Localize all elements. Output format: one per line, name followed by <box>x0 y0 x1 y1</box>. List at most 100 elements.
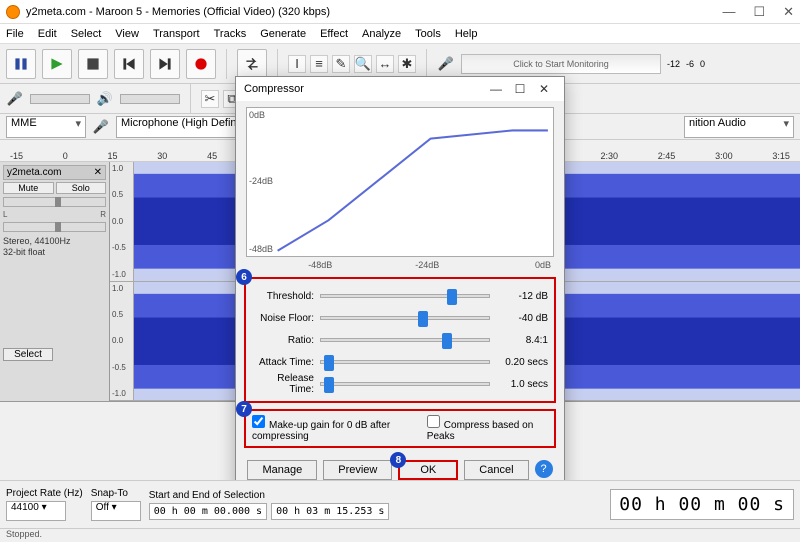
speaker-icon: 🔊 <box>96 91 114 107</box>
amplitude-ruler: 1.0 0.5 0.0 -0.5 -1.0 <box>110 282 134 401</box>
selection-tool-icon[interactable]: I <box>288 55 306 73</box>
envelope-tool-icon[interactable]: ≡ <box>310 55 328 73</box>
ruler-tick: 2:45 <box>658 151 676 161</box>
menu-view[interactable]: View <box>115 28 139 40</box>
skip-start-button[interactable] <box>114 49 144 79</box>
ok-label: OK <box>420 464 436 476</box>
compressor-dialog: Compressor — ☐ ✕ 0dB -24dB -48dB -48dB -… <box>235 76 565 491</box>
stop-button[interactable] <box>78 49 108 79</box>
manage-button[interactable]: Manage <box>247 460 317 480</box>
menu-tracks[interactable]: Tracks <box>214 28 247 40</box>
track-close-icon[interactable]: ✕ <box>94 167 102 178</box>
attack-slider[interactable] <box>320 360 490 364</box>
preview-button[interactable]: Preview <box>323 460 392 480</box>
ruler-tick: 30 <box>157 151 167 161</box>
menu-effect[interactable]: Effect <box>320 28 348 40</box>
cancel-button[interactable]: Cancel <box>464 460 528 480</box>
snap-label: Snap-To <box>91 488 141 499</box>
snap-select[interactable]: Off ▾ <box>91 501 141 521</box>
ok-button[interactable]: 8 OK <box>398 460 458 480</box>
record-meter[interactable]: Click to Start Monitoring <box>461 54 661 74</box>
ratio-value: 8.4:1 <box>496 335 548 346</box>
gain-slider[interactable] <box>3 197 106 207</box>
loop-button[interactable] <box>237 49 267 79</box>
play-volume-slider[interactable] <box>120 94 180 104</box>
toolbar-separator <box>226 49 227 79</box>
threshold-label: Threshold: <box>252 291 320 302</box>
menu-transport[interactable]: Transport <box>153 28 200 40</box>
window-title: y2meta.com - Maroon 5 - Memories (Offici… <box>26 6 722 18</box>
menu-generate[interactable]: Generate <box>260 28 306 40</box>
play-button[interactable] <box>42 49 72 79</box>
noise-floor-label: Noise Floor: <box>252 313 320 324</box>
cut-icon[interactable]: ✂ <box>201 90 219 108</box>
mute-button[interactable]: Mute <box>3 182 54 194</box>
pan-slider[interactable] <box>3 222 106 232</box>
dialog-minimize-button[interactable]: — <box>484 82 508 96</box>
selection-mode-label[interactable]: Start and End of Selection <box>149 490 390 501</box>
ratio-slider[interactable] <box>320 338 490 342</box>
timeshift-tool-icon[interactable]: ↔ <box>376 55 394 73</box>
menu-tools[interactable]: Tools <box>415 28 441 40</box>
selection-end[interactable]: 00 h 03 m 15.253 s <box>271 503 389 520</box>
dialog-title: Compressor <box>244 83 304 95</box>
minimize-button[interactable]: — <box>722 4 735 20</box>
menu-edit[interactable]: Edit <box>38 28 57 40</box>
project-rate-label: Project Rate (Hz) <box>6 488 83 499</box>
menu-file[interactable]: File <box>6 28 24 40</box>
makeup-gain-label: Make-up gain for 0 dB after compressing <box>252 420 390 442</box>
help-button[interactable]: ? <box>535 460 553 478</box>
draw-tool-icon[interactable]: ✎ <box>332 55 350 73</box>
release-slider[interactable] <box>320 382 490 386</box>
maximize-button[interactable]: ☐ <box>753 4 765 20</box>
skip-end-button[interactable] <box>150 49 180 79</box>
selection-start[interactable]: 00 h 00 m 00.000 s <box>149 503 267 520</box>
peaks-checkbox[interactable]: Compress based on Peaks <box>427 415 548 442</box>
app-icon <box>6 5 20 19</box>
meter-hint: Click to Start Monitoring <box>513 59 609 69</box>
track-select-button[interactable]: Select <box>3 348 53 361</box>
toolbar-separator <box>190 84 191 114</box>
status-bar: Stopped. <box>0 528 800 542</box>
x-tick: -48dB <box>308 260 332 270</box>
dialog-close-button[interactable]: ✕ <box>532 82 556 96</box>
threshold-value: -12 dB <box>496 291 548 302</box>
compressor-graph: 0dB -24dB -48dB -48dB -24dB 0dB <box>246 107 554 257</box>
dialog-titlebar[interactable]: Compressor — ☐ ✕ <box>236 77 564 101</box>
record-button[interactable] <box>186 49 216 79</box>
track-tab[interactable]: y2meta.com ✕ <box>3 165 106 180</box>
selection-bar: Project Rate (Hz) 44100 ▾ Snap-To Off ▾ … <box>0 480 800 528</box>
makeup-gain-checkbox[interactable]: Make-up gain for 0 dB after compressing <box>252 415 427 442</box>
solo-button[interactable]: Solo <box>56 182 107 194</box>
compressor-checks: 7 Make-up gain for 0 dB after compressin… <box>244 409 556 448</box>
close-button[interactable]: ✕ <box>783 4 794 20</box>
toolbar-separator <box>277 49 278 79</box>
mic-icon: 🎤 <box>92 119 110 135</box>
menu-analyze[interactable]: Analyze <box>362 28 401 40</box>
multi-tool-icon[interactable]: ✱ <box>398 55 416 73</box>
host-value: MME <box>11 117 37 129</box>
dialog-maximize-button[interactable]: ☐ <box>508 82 532 96</box>
status-text: Stopped. <box>6 529 42 539</box>
threshold-slider[interactable] <box>320 294 490 298</box>
menu-help[interactable]: Help <box>455 28 478 40</box>
threshold-row: Threshold: -12 dB <box>252 285 548 307</box>
track-control-panel: y2meta.com ✕ Mute Solo LR Stereo, 44100H… <box>0 162 110 401</box>
zoom-tool-icon[interactable]: 🔍 <box>354 55 372 73</box>
amplitude-ruler: 1.0 0.5 0.0 -0.5 -1.0 <box>110 162 134 281</box>
host-select[interactable]: MME <box>6 116 86 138</box>
mic-icon: 🎤 <box>6 91 24 107</box>
attack-label: Attack Time: <box>252 357 320 368</box>
tool-palette: I ≡ ✎ 🔍 ↔ ✱ <box>288 55 416 73</box>
menu-select[interactable]: Select <box>71 28 102 40</box>
noise-floor-slider[interactable] <box>320 316 490 320</box>
pause-button[interactable] <box>6 49 36 79</box>
release-label: Release Time: <box>252 373 320 395</box>
audio-position[interactable]: 00 h 00 m 00 s <box>610 489 794 520</box>
project-rate-select[interactable]: 44100 ▾ <box>6 501 66 521</box>
ruler-tick: 3:15 <box>772 151 790 161</box>
ruler-tick: 3:00 <box>715 151 733 161</box>
pan-l: L <box>3 210 7 219</box>
rec-volume-slider[interactable] <box>30 94 90 104</box>
output-device-select[interactable]: nition Audio <box>684 116 794 138</box>
